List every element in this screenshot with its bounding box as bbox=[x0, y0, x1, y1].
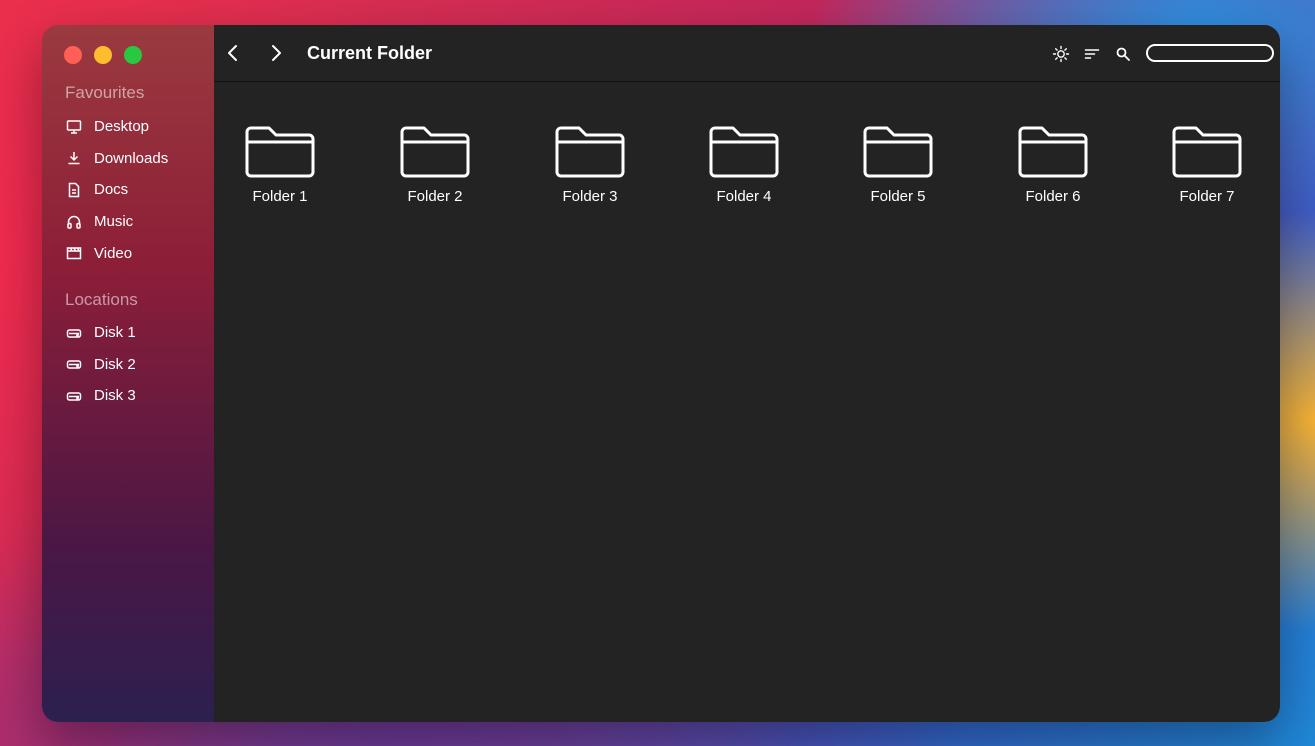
sidebar-item-label: Docs bbox=[94, 181, 129, 199]
sidebar-item-label: Desktop bbox=[94, 118, 150, 136]
folder-label: Folder 1 bbox=[252, 188, 308, 205]
chevron-right-icon bbox=[272, 45, 281, 61]
file-manager-window: Favourites Desktop Downloads Docs Music … bbox=[42, 25, 1280, 722]
content-area: Current Folder Folder 1 Folder 2 Folder … bbox=[214, 25, 1280, 722]
disk-icon bbox=[65, 324, 83, 342]
folder-label: Folder 7 bbox=[1179, 188, 1235, 205]
search-button[interactable] bbox=[1113, 44, 1133, 64]
folder-item[interactable]: Folder 7 bbox=[1152, 124, 1262, 205]
sun-icon bbox=[1052, 45, 1070, 63]
folder-item[interactable]: Folder 6 bbox=[998, 124, 1108, 205]
headphones-icon bbox=[65, 213, 83, 231]
sidebar-item-disk-1[interactable]: Disk 1 bbox=[65, 317, 136, 349]
page-title: Current Folder bbox=[307, 43, 433, 63]
folder-icon bbox=[709, 126, 779, 178]
locations-heading: Locations bbox=[65, 290, 138, 309]
sidebar-item-downloads[interactable]: Downloads bbox=[65, 143, 168, 175]
sidebar-item-label: Disk 2 bbox=[94, 355, 136, 373]
monitor-icon bbox=[65, 118, 83, 136]
folder-icon bbox=[400, 126, 470, 178]
sort-button[interactable] bbox=[1082, 44, 1102, 64]
folder-label: Folder 3 bbox=[562, 188, 618, 205]
window-controls bbox=[64, 46, 142, 64]
back-button[interactable] bbox=[223, 43, 243, 63]
disk-icon bbox=[65, 387, 83, 405]
sidebar-item-disk-2[interactable]: Disk 2 bbox=[65, 349, 136, 381]
close-button[interactable] bbox=[64, 46, 82, 64]
document-icon bbox=[65, 181, 83, 199]
favourites-list: Desktop Downloads Docs Music Video bbox=[65, 111, 168, 269]
sidebar-item-label: Music bbox=[94, 213, 134, 231]
sidebar-item-desktop[interactable]: Desktop bbox=[65, 111, 168, 143]
folder-item[interactable]: Folder 3 bbox=[535, 124, 645, 205]
toolbar: Current Folder bbox=[214, 25, 1280, 82]
folder-icon bbox=[555, 126, 625, 178]
folder-label: Folder 2 bbox=[407, 188, 463, 205]
folder-label: Folder 6 bbox=[1025, 188, 1081, 205]
folder-label: Folder 5 bbox=[870, 188, 926, 205]
folder-item[interactable]: Folder 1 bbox=[225, 124, 335, 205]
sidebar-item-video[interactable]: Video bbox=[65, 237, 168, 269]
chevron-left-icon bbox=[228, 45, 237, 61]
minimize-button[interactable] bbox=[94, 46, 112, 64]
folder-item[interactable]: Folder 2 bbox=[380, 124, 490, 205]
sidebar-item-label: Video bbox=[94, 244, 133, 262]
sidebar-item-label: Downloads bbox=[94, 149, 169, 167]
sidebar-item-disk-3[interactable]: Disk 3 bbox=[65, 380, 136, 412]
favourites-heading: Favourites bbox=[65, 83, 145, 102]
sort-icon bbox=[1084, 49, 1100, 59]
folder-icon bbox=[245, 126, 315, 178]
zoom-button[interactable] bbox=[124, 46, 142, 64]
sidebar: Favourites Desktop Downloads Docs Music … bbox=[42, 25, 214, 722]
brightness-button[interactable] bbox=[1051, 44, 1071, 64]
download-icon bbox=[65, 149, 83, 167]
forward-button[interactable] bbox=[266, 43, 286, 63]
folder-item[interactable]: Folder 5 bbox=[843, 124, 953, 205]
sidebar-item-docs[interactable]: Docs bbox=[65, 174, 168, 206]
search-input[interactable] bbox=[1146, 44, 1274, 62]
folder-icon bbox=[863, 126, 933, 178]
disk-icon bbox=[65, 355, 83, 373]
clapperboard-icon bbox=[65, 244, 83, 262]
folder-item[interactable]: Folder 4 bbox=[689, 124, 799, 205]
sidebar-item-label: Disk 3 bbox=[94, 387, 136, 405]
sidebar-item-label: Disk 1 bbox=[94, 324, 136, 342]
locations-list: Disk 1 Disk 2 Disk 3 bbox=[65, 317, 136, 412]
folder-icon bbox=[1172, 126, 1242, 178]
search-icon bbox=[1116, 47, 1130, 61]
sidebar-item-music[interactable]: Music bbox=[65, 206, 168, 238]
folder-icon bbox=[1018, 126, 1088, 178]
folder-label: Folder 4 bbox=[716, 188, 772, 205]
